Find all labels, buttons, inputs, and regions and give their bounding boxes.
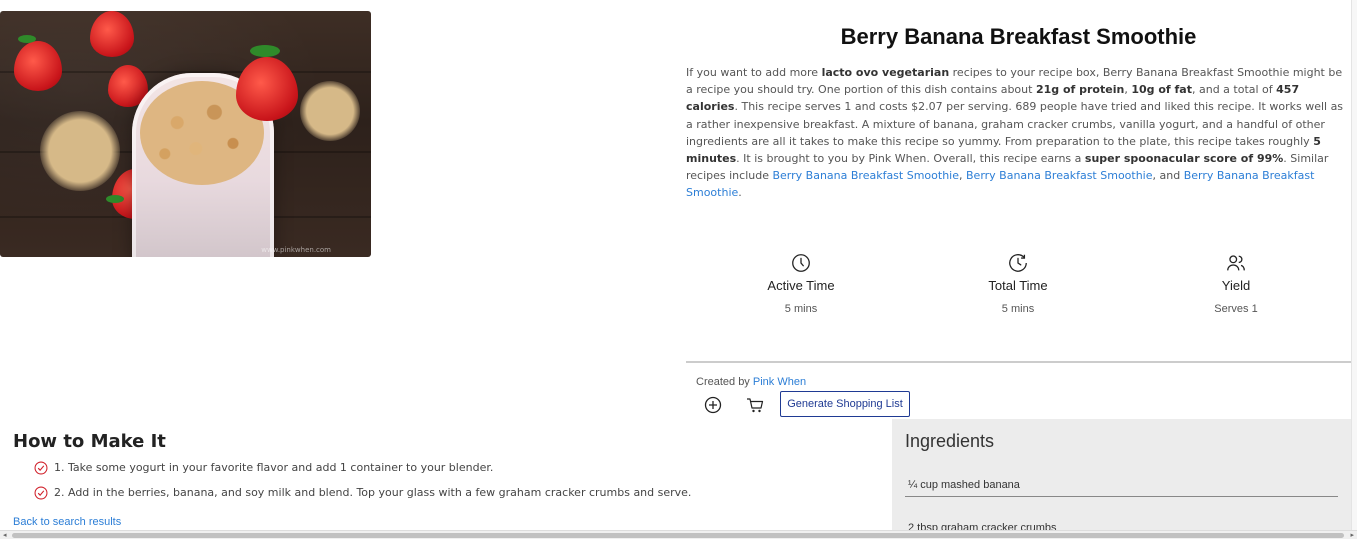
instruction-step: 2. Add in the berries, banana, and soy m… (34, 486, 691, 500)
step-text: 2. Add in the berries, banana, and soy m… (54, 486, 692, 499)
strawberry-leaf (18, 35, 36, 43)
strawberry-garnish (236, 57, 298, 121)
ingredients-title: Ingredients (905, 431, 995, 451)
horizontal-scrollbar[interactable]: ◂ ▸ (0, 530, 1357, 539)
instruction-step: 1. Take some yogurt in your favorite fla… (34, 461, 493, 475)
strawberry (90, 11, 134, 57)
ingredients-panel: Ingredients ¼ cup mashed banana 2 tbsp g… (892, 419, 1353, 539)
scroll-left-arrow-icon[interactable]: ◂ (3, 531, 7, 539)
stat-active-time: Active Time 5 mins (731, 252, 871, 315)
plus-circle-icon[interactable] (703, 395, 723, 415)
section-divider (686, 361, 1351, 363)
creator-link[interactable]: Pink When (753, 376, 806, 388)
recipe-title: Berry Banana Breakfast Smoothie (840, 24, 1197, 49)
created-by: Created by Pink When (696, 376, 807, 388)
vertical-scrollbar[interactable] (1351, 0, 1357, 530)
image-watermark: www.pinkwhen.com (261, 246, 331, 254)
back-to-search-link[interactable]: Back to search results (13, 516, 121, 528)
strawberry (14, 41, 62, 91)
scrollbar-thumb[interactable] (12, 533, 1344, 538)
stat-label: Total Time (988, 278, 1048, 293)
check-circle-icon[interactable] (34, 486, 48, 500)
strawberry-leaf (250, 45, 280, 57)
check-circle-icon[interactable] (34, 461, 48, 475)
users-icon (1227, 255, 1245, 271)
scroll-right-arrow-icon[interactable]: ▸ (1350, 531, 1354, 539)
stat-value: Serves 1 (1214, 303, 1258, 315)
stat-label: Active Time (767, 278, 835, 293)
stat-value: 5 mins (1001, 303, 1035, 315)
cart-icon[interactable] (745, 395, 765, 415)
stat-total-time: Total Time 5 mins (948, 252, 1088, 315)
stat-value: 5 mins (784, 303, 818, 315)
graham-crumb-pile (40, 111, 120, 191)
generate-shopping-list-button[interactable]: Generate Shopping List (780, 391, 910, 417)
clock-refresh-icon (1009, 254, 1027, 272)
ingredient-item: ¼ cup mashed banana (905, 479, 1338, 497)
how-to-title: How to Make It (13, 431, 166, 452)
strawberry-leaf (106, 195, 124, 203)
step-text: 1. Take some yogurt in your favorite fla… (54, 461, 494, 474)
similar-recipe-link[interactable]: Berry Banana Breakfast Smoothie (772, 169, 959, 182)
graham-crumb-pile (300, 81, 360, 141)
similar-recipe-link[interactable]: Berry Banana Breakfast Smoothie (966, 169, 1153, 182)
stat-yield: Yield Serves 1 (1166, 252, 1306, 315)
recipe-image: www.pinkwhen.com (0, 11, 371, 257)
clock-icon (792, 254, 810, 272)
recipe-description: If you want to add more lacto ovo vegeta… (686, 66, 1344, 200)
stat-label: Yield (1221, 278, 1251, 293)
